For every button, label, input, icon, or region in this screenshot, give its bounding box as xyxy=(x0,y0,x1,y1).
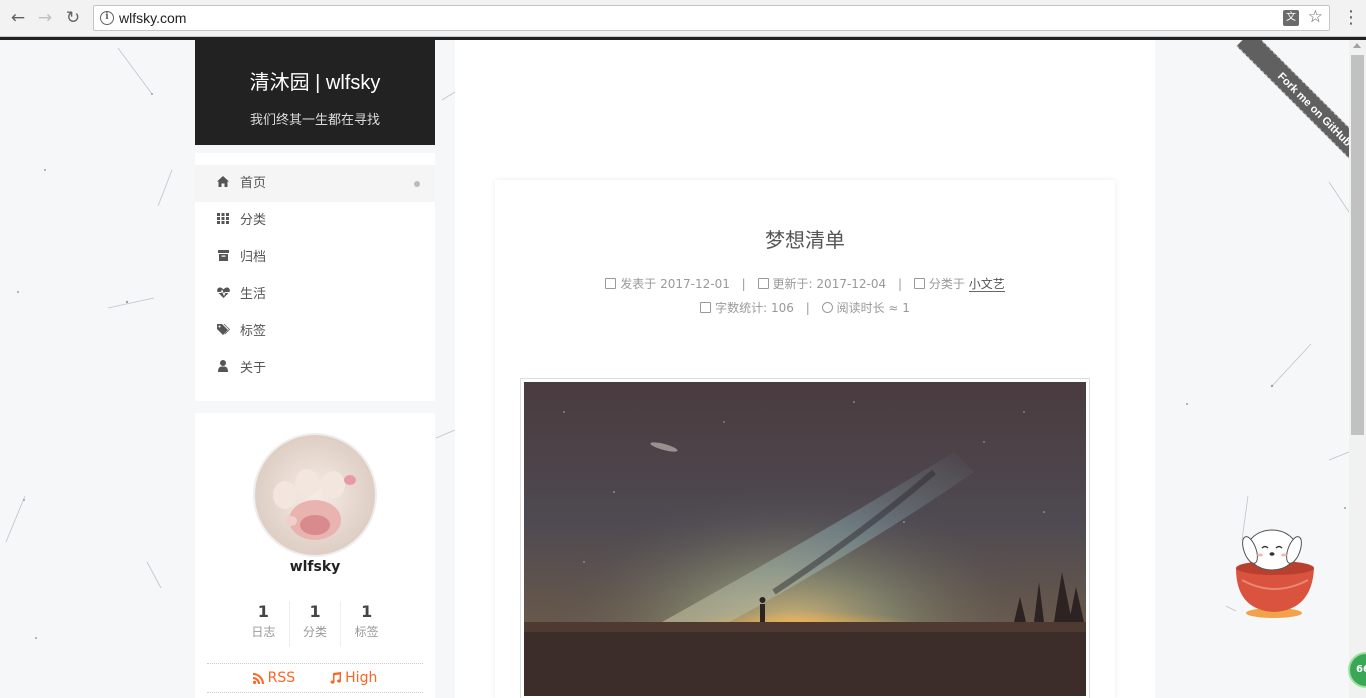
page-scrollbar[interactable] xyxy=(1349,40,1366,698)
active-indicator-dot xyxy=(414,181,420,187)
site-subtitle: 我们终其一生都在寻找 xyxy=(249,113,380,128)
rss-label: RSS xyxy=(267,670,296,686)
calendar-icon xyxy=(605,278,617,289)
calendar-check-icon xyxy=(757,278,769,289)
menu-item-label: 标签 xyxy=(240,324,267,339)
heartbeat-icon xyxy=(216,276,230,313)
rss-icon xyxy=(252,672,264,684)
menu-item-archives[interactable]: 归档 xyxy=(195,239,435,276)
readtime-label: 阅读时长 ≈ xyxy=(836,301,899,315)
stat-count: 1 xyxy=(361,602,373,621)
archive-icon xyxy=(216,239,230,276)
readtime-value: 1 xyxy=(902,301,910,315)
menu-item-tags[interactable]: 标签 xyxy=(195,313,435,350)
rss-link[interactable]: RSS xyxy=(252,664,296,692)
author-name: wlfsky xyxy=(289,559,341,575)
post-meta-line-1: 发表于 2017-12-01 | 更新于: 2017-12-04 | 分类于 小… xyxy=(495,275,1115,292)
category-label: 分类于 xyxy=(928,277,965,291)
ribbon-label[interactable]: Fork me on GitHub xyxy=(1236,40,1366,180)
site-title[interactable]: 清沐园 | wlfsky xyxy=(195,66,435,95)
stat-label: 分类 xyxy=(303,625,328,639)
author-avatar xyxy=(253,433,377,557)
stat-label: 标签 xyxy=(354,625,379,639)
mascot-widget[interactable] xyxy=(1222,520,1322,620)
post-title[interactable]: 梦想清单 xyxy=(495,224,1115,253)
post-cover-image xyxy=(520,378,1090,698)
stat-count: 1 xyxy=(257,602,269,621)
updated-date: 2017-12-04 xyxy=(816,277,887,291)
updated-label: 更新于: xyxy=(772,277,813,291)
stat-posts[interactable]: 1 日志 xyxy=(238,601,289,647)
th-icon xyxy=(216,202,230,239)
menu-item-label: 分类 xyxy=(240,213,267,228)
back-arrow-icon[interactable]: ← xyxy=(8,8,28,28)
file-word-icon xyxy=(700,302,712,313)
menu-item-label: 关于 xyxy=(240,361,267,376)
music-icon xyxy=(330,672,342,684)
sidebar-menu: 首页 分类 归档 生活 标签 关于 xyxy=(195,153,435,401)
menu-item-categories[interactable]: 分类 xyxy=(195,202,435,239)
menu-item-home[interactable]: 首页 xyxy=(195,165,435,202)
menu-item-about[interactable]: 关于 xyxy=(195,350,435,387)
wordcount-value: 106 xyxy=(770,301,794,315)
menu-item-life[interactable]: 生活 xyxy=(195,276,435,313)
main-content: 梦想清单 发表于 2017-12-01 | 更新于: 2017-12-04 | … xyxy=(455,40,1155,698)
site-info-icon[interactable]: i xyxy=(100,11,114,25)
github-fork-ribbon[interactable]: Fork me on GitHub xyxy=(1200,40,1366,180)
stat-tags[interactable]: 1 标签 xyxy=(340,601,392,647)
url-text[interactable]: wlfsky.com xyxy=(119,10,186,26)
browser-menu-icon[interactable]: ⋮ xyxy=(1342,7,1360,29)
translate-icon[interactable]: 文 xyxy=(1283,10,1299,26)
high-link[interactable]: High xyxy=(329,664,377,692)
wordcount-label: 字数统计: xyxy=(715,301,768,315)
feed-links: RSS High xyxy=(207,663,423,693)
reload-icon[interactable]: ↻ xyxy=(63,8,83,28)
stat-categories[interactable]: 1 分类 xyxy=(288,601,341,647)
home-icon xyxy=(216,165,230,202)
stat-label: 日志 xyxy=(251,625,276,639)
tags-icon xyxy=(216,313,230,350)
category-link[interactable]: 小文艺 xyxy=(968,277,1005,292)
menu-item-label: 归档 xyxy=(240,250,267,265)
post-meta-line-2: 字数统计: 106 | 阅读时长 ≈ 1 xyxy=(495,299,1115,316)
forward-arrow-icon[interactable]: → xyxy=(35,8,55,28)
user-icon xyxy=(216,350,230,387)
high-label: High xyxy=(345,670,378,686)
site-brand: 清沐园 | wlfsky 我们终其一生都在寻找 xyxy=(195,40,435,145)
address-bar[interactable]: i wlfsky.com 文 ☆ xyxy=(93,5,1330,31)
scrollbar-thumb[interactable] xyxy=(1351,55,1364,435)
post-block: 梦想清单 发表于 2017-12-01 | 更新于: 2017-12-04 | … xyxy=(495,180,1115,698)
author-panel: wlfsky 1 日志 1 分类 1 标签 RSS High xyxy=(195,413,435,698)
menu-item-label: 生活 xyxy=(240,287,267,302)
folder-icon xyxy=(913,278,925,289)
browser-toolbar: ← → ↻ i wlfsky.com 文 ☆ ⋮ xyxy=(0,0,1366,37)
site-stats: 1 日志 1 分类 1 标签 xyxy=(238,601,392,647)
stat-count: 1 xyxy=(309,602,321,621)
posted-date: 2017-12-01 xyxy=(660,277,730,291)
bookmark-star-icon[interactable]: ☆ xyxy=(1308,7,1323,27)
menu-item-label: 首页 xyxy=(240,176,267,191)
scroll-up-arrow-icon[interactable] xyxy=(1353,43,1361,48)
clock-icon xyxy=(821,302,833,313)
posted-label: 发表于 xyxy=(620,277,657,291)
